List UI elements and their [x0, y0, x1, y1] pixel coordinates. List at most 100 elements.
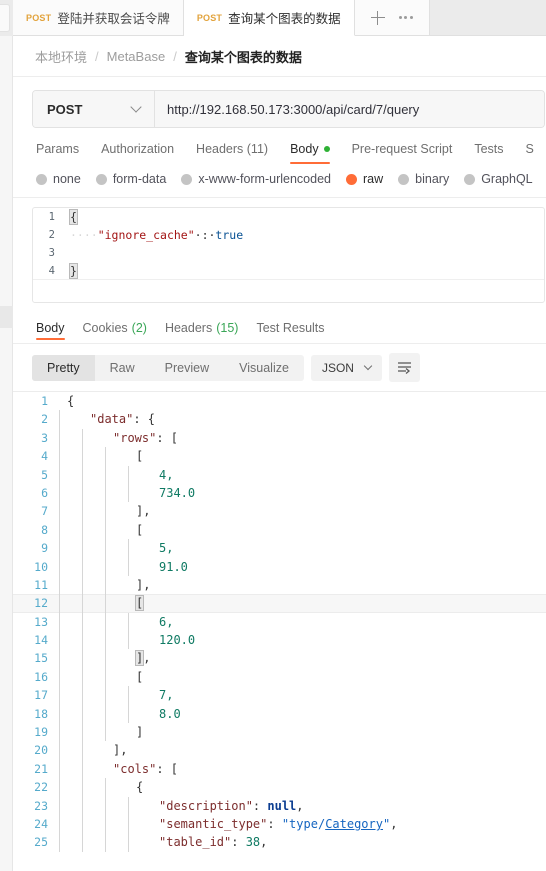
response-code-line: 24 "semantic_type": "type/Category", [13, 814, 546, 834]
code-content: "description": null, [57, 796, 546, 815]
json-key: "cols" [113, 761, 157, 776]
indent-guide [59, 667, 60, 687]
view-mode-pretty[interactable]: Pretty [32, 354, 95, 381]
response-code-line: 23 "description": null, [13, 796, 546, 815]
code-content: 8.0 [57, 704, 546, 724]
indent-guide [105, 833, 106, 852]
tab-headers[interactable]: Headers (11) [185, 128, 279, 169]
indent-guide [59, 557, 60, 576]
tab-settings[interactable]: S [515, 128, 545, 169]
tab-authorization-label: Authorization [101, 141, 175, 156]
line-number: 5 [41, 467, 48, 482]
json-link[interactable]: Category [325, 817, 383, 831]
request-section-tabs: Params Authorization Headers (11) Body P… [13, 128, 546, 169]
json-number: 91.0 [159, 559, 188, 574]
indent-guide [82, 631, 83, 650]
line-number: 3 [41, 430, 48, 445]
line-number: 2 [41, 412, 48, 427]
word-wrap-button[interactable] [388, 353, 420, 382]
body-type-raw[interactable]: raw [346, 172, 383, 186]
tab-authorization[interactable]: Authorization [90, 128, 185, 169]
indent-guide [105, 520, 106, 540]
request-body-editor[interactable]: 1 { 2 ····"ignore_cache"·:·true 3 4 } [32, 207, 545, 303]
code-content: 6, [57, 612, 546, 632]
indent-guide [105, 723, 106, 742]
tab-tests[interactable]: Tests [463, 128, 514, 169]
radio-icon [36, 173, 47, 185]
indent-guide [105, 483, 106, 503]
indent-guide [82, 686, 83, 705]
body-type-none-label: none [53, 172, 81, 186]
indent-guide [59, 759, 60, 779]
json-number: 7, [159, 688, 174, 703]
body-type-binary[interactable]: binary [398, 172, 449, 186]
ellipsis-icon[interactable] [398, 16, 413, 19]
response-tab-headers-count: (15) [216, 321, 239, 335]
code-content: "data": { [57, 410, 546, 429]
radio-selected-icon [346, 173, 357, 185]
json-number: 4, [159, 467, 174, 482]
tab-params[interactable]: Params [32, 128, 90, 169]
window-tab-1-method: POST [196, 12, 223, 23]
indent-guide [59, 723, 60, 742]
indent-guide [105, 667, 106, 687]
tab-pre-request-script[interactable]: Pre-request Script [341, 128, 464, 169]
indent-guide [59, 520, 60, 540]
json-string: "type/ [281, 816, 326, 831]
window-tab-1[interactable]: POST 查询某个图表的数据 [183, 0, 355, 36]
json-number: 734.0 [159, 485, 196, 500]
pane-spacer [13, 303, 546, 313]
json-key: "ignore_cache" [97, 228, 195, 242]
indent-guide [105, 796, 106, 815]
indent-guide [82, 778, 83, 797]
line-number: 8 [41, 522, 48, 537]
response-tab-test-results[interactable]: Test Results [247, 313, 333, 343]
body-type-graphql[interactable]: GraphQL [464, 172, 533, 186]
indent-guide [105, 686, 106, 705]
response-tab-headers[interactable]: Headers (15) [156, 313, 247, 343]
body-type-none[interactable]: none [36, 172, 81, 186]
http-method-select[interactable]: POST [33, 91, 155, 127]
body-type-form-data[interactable]: form-data [95, 172, 166, 186]
tab-body[interactable]: Body [279, 128, 341, 169]
line-number: 4 [41, 449, 48, 464]
indent-guide [59, 594, 60, 613]
body-type-raw-label: raw [363, 172, 384, 186]
response-tab-test-results-label: Test Results [256, 321, 325, 335]
line-number: 6 [41, 485, 48, 500]
json-key: "table_id" [159, 835, 232, 850]
view-mode-visualize[interactable]: Visualize [224, 355, 304, 381]
response-code-line: 21 "cols": [ [13, 759, 546, 779]
request-code-line: 1 { [33, 208, 544, 226]
indent-guide [82, 447, 83, 466]
response-body-viewer[interactable]: 1{2 "data": {3 "rows": [4[5 4, 6 734.0 7], 8[9 5… [13, 391, 546, 871]
indent-guide [82, 502, 83, 521]
window-tab-0[interactable]: POST 登陆并获取会话令牌 [13, 0, 184, 35]
url-input[interactable]: http://192.168.50.173:3000/api/card/7/qu… [155, 91, 544, 127]
json-punctuation: [ [136, 522, 144, 537]
response-code-line: 19] [13, 723, 546, 742]
response-format-select[interactable]: JSON [310, 354, 382, 381]
response-tab-body[interactable]: Body [27, 313, 74, 343]
view-mode-raw[interactable]: Raw [95, 355, 150, 381]
response-code-line: 1{ [13, 392, 546, 410]
breadcrumb-item-1[interactable]: MetaBase [107, 49, 166, 64]
response-tab-cookies[interactable]: Cookies (2) [74, 313, 156, 343]
indent-guide [105, 649, 106, 668]
plus-icon[interactable] [370, 10, 385, 25]
response-tab-body-label: Body [36, 321, 65, 335]
indent-guide [59, 465, 60, 484]
indent-guide [59, 612, 60, 632]
indent-guide [59, 833, 60, 852]
indent-guide [128, 557, 129, 576]
pane-resize-handle[interactable] [0, 306, 13, 328]
line-number: 12 [34, 596, 48, 611]
tab-bar-actions [354, 0, 430, 35]
request-body-editor-container: 1 { 2 ····"ignore_cache"·:·true 3 4 } [13, 198, 546, 303]
chevron-down-icon [363, 361, 373, 371]
view-mode-preview[interactable]: Preview [150, 355, 224, 381]
request-code-line: 4 } [33, 262, 544, 280]
breadcrumb-item-0[interactable]: 本地环境 [35, 47, 87, 66]
indent-guide [82, 539, 83, 558]
body-type-urlencoded[interactable]: x-www-form-urlencoded [181, 172, 331, 186]
